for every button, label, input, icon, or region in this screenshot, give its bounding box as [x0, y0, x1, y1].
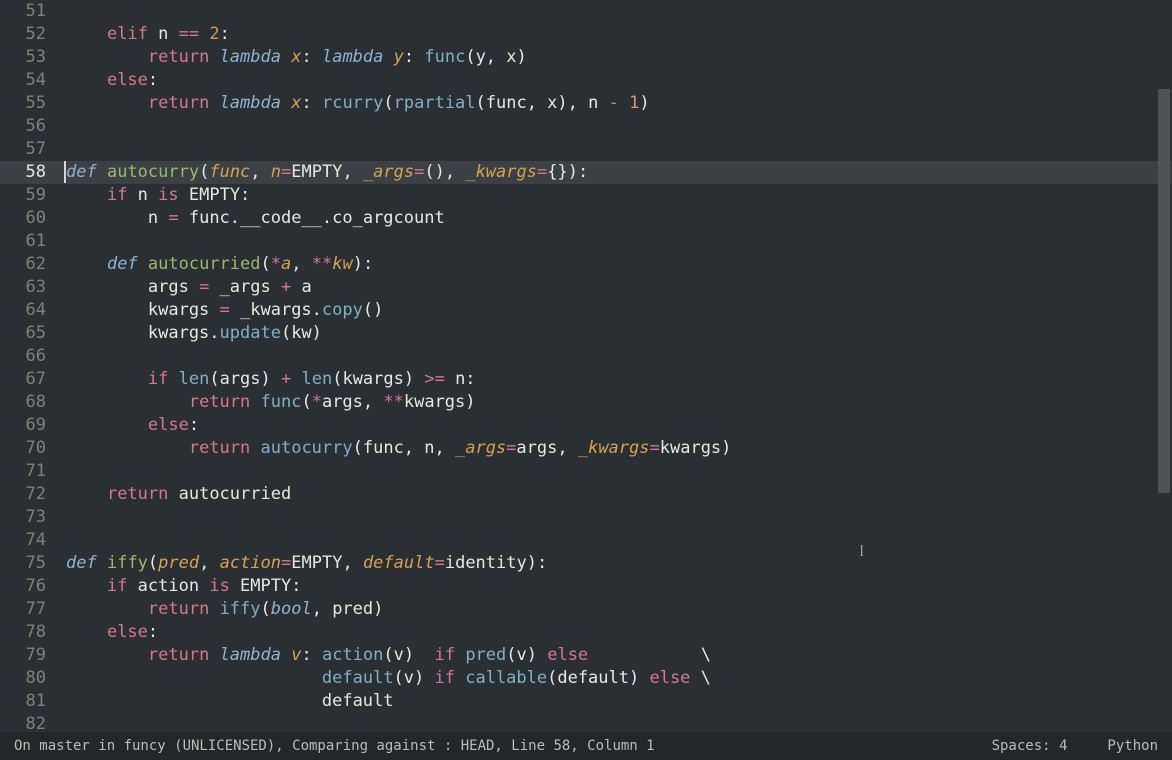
status-language[interactable]: Python: [1107, 735, 1158, 758]
code-content[interactable]: elif n == 2: return lambda x: lambda y: …: [58, 0, 1172, 732]
line-number: 71: [0, 460, 46, 483]
line-number: 81: [0, 690, 46, 713]
line-number: 57: [0, 138, 46, 161]
line-number: 79: [0, 644, 46, 667]
code-line[interactable]: return autocurry(func, n, _args=args, _k…: [58, 437, 1172, 460]
line-number: 51: [0, 0, 46, 23]
line-number: 61: [0, 230, 46, 253]
code-line[interactable]: def iffy(pred, action=EMPTY, default=ide…: [58, 552, 1172, 575]
code-line[interactable]: def autocurry(func, n=EMPTY, _args=(), _…: [58, 161, 1172, 184]
line-number: 52: [0, 23, 46, 46]
line-number: 58: [0, 161, 46, 184]
code-line[interactable]: return iffy(bool, pred): [58, 598, 1172, 621]
code-line[interactable]: else:: [58, 69, 1172, 92]
code-line[interactable]: return autocurried: [58, 483, 1172, 506]
code-line[interactable]: [58, 0, 1172, 23]
line-number: 74: [0, 529, 46, 552]
code-line[interactable]: else:: [58, 414, 1172, 437]
status-indent[interactable]: Spaces: 4: [992, 735, 1068, 758]
line-number: 60: [0, 207, 46, 230]
code-editor[interactable]: 5152535455565758596061626364656667686970…: [0, 0, 1172, 732]
code-line[interactable]: if action is EMPTY:: [58, 575, 1172, 598]
code-line[interactable]: [58, 138, 1172, 161]
status-left-text[interactable]: On master in funcy (UNLICENSED), Compari…: [14, 735, 655, 758]
code-line[interactable]: default: [58, 690, 1172, 713]
line-number: 72: [0, 483, 46, 506]
code-line[interactable]: [58, 345, 1172, 368]
code-line[interactable]: [58, 529, 1172, 552]
code-line[interactable]: if n is EMPTY:: [58, 184, 1172, 207]
code-line[interactable]: default(v) if callable(default) else \: [58, 667, 1172, 690]
line-number: 69: [0, 414, 46, 437]
code-line[interactable]: [58, 460, 1172, 483]
code-line[interactable]: def autocurried(*a, **kw):: [58, 253, 1172, 276]
line-number: 75: [0, 552, 46, 575]
line-number: 63: [0, 276, 46, 299]
code-line[interactable]: args = _args + a: [58, 276, 1172, 299]
code-line[interactable]: [58, 506, 1172, 529]
line-number: 66: [0, 345, 46, 368]
line-number: 67: [0, 368, 46, 391]
line-number: 76: [0, 575, 46, 598]
line-number: 55: [0, 92, 46, 115]
line-number: 78: [0, 621, 46, 644]
line-number: 68: [0, 391, 46, 414]
code-line[interactable]: if len(args) + len(kwargs) >= n:: [58, 368, 1172, 391]
code-line[interactable]: return lambda x: lambda y: func(y, x): [58, 46, 1172, 69]
code-line[interactable]: [58, 115, 1172, 138]
line-number: 59: [0, 184, 46, 207]
code-line[interactable]: kwargs.update(kw): [58, 322, 1172, 345]
line-number: 62: [0, 253, 46, 276]
line-number: 77: [0, 598, 46, 621]
code-line[interactable]: elif n == 2:: [58, 23, 1172, 46]
line-number: 53: [0, 46, 46, 69]
minimap[interactable]: [1154, 0, 1172, 732]
line-number: 64: [0, 299, 46, 322]
text-cursor: [64, 161, 66, 183]
code-line[interactable]: [58, 230, 1172, 253]
code-line[interactable]: else:: [58, 621, 1172, 644]
line-number: 73: [0, 506, 46, 529]
code-line[interactable]: return func(*args, **kwargs): [58, 391, 1172, 414]
code-line[interactable]: return lambda v: action(v) if pred(v) el…: [58, 644, 1172, 667]
code-line[interactable]: return lambda x: rcurry(rpartial(func, x…: [58, 92, 1172, 115]
status-bar: On master in funcy (UNLICENSED), Compari…: [0, 732, 1172, 760]
line-number: 82: [0, 713, 46, 732]
line-number: 70: [0, 437, 46, 460]
line-number: 54: [0, 69, 46, 92]
line-number-gutter[interactable]: 5152535455565758596061626364656667686970…: [0, 0, 58, 732]
line-number: 65: [0, 322, 46, 345]
minimap-viewport-thumb[interactable]: [1158, 89, 1170, 493]
line-number: 56: [0, 115, 46, 138]
line-number: 80: [0, 667, 46, 690]
code-line[interactable]: kwargs = _kwargs.copy(): [58, 299, 1172, 322]
code-line[interactable]: [58, 713, 1172, 732]
code-line[interactable]: n = func.__code__.co_argcount: [58, 207, 1172, 230]
